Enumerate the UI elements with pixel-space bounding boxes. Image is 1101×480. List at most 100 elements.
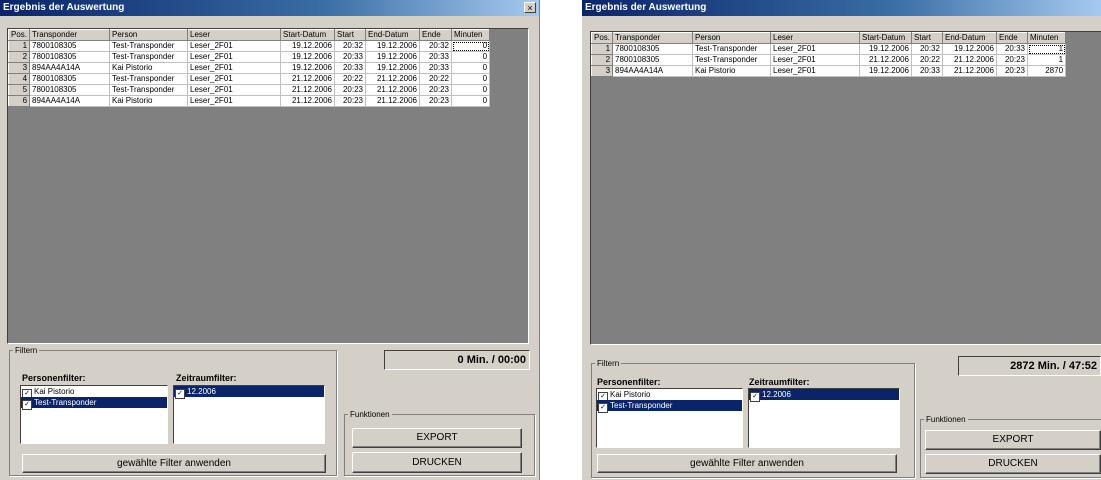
person-cell[interactable]: Test-Transponder [109,51,189,63]
column-header-leser[interactable]: Leser [770,32,861,44]
person-cell[interactable]: Kai Pistorio [109,62,189,74]
export-button[interactable]: EXPORT [352,428,522,448]
start-time-cell[interactable]: 20:33 [334,51,367,63]
checkbox-checked-icon[interactable]: ✓ [22,400,32,410]
transponder-cell[interactable]: 894AA4A14A [29,95,111,107]
start-date-cell[interactable]: 19.12.2006 [859,43,913,55]
minutes-cell[interactable]: 0 [451,51,491,63]
start-date-cell[interactable]: 19.12.2006 [280,40,336,52]
start-time-cell[interactable]: 20:32 [911,43,944,55]
transponder-cell[interactable]: 894AA4A14A [29,62,111,74]
period-filter-list[interactable]: ✓ 12.2006 [173,385,325,444]
export-button[interactable]: EXPORT [925,430,1101,450]
transponder-cell[interactable]: 7800108305 [29,51,111,63]
end-date-cell[interactable]: 19.12.2006 [365,62,421,74]
person-cell[interactable]: Test-Transponder [109,84,189,96]
column-header-end-date[interactable]: End-Datum [365,29,421,41]
end-date-cell[interactable]: 19.12.2006 [365,40,421,52]
start-time-cell[interactable]: 20:32 [334,40,367,52]
table-row[interactable]: 3 894AA4A14A Kai Pistorio Leser_2F01 19.… [590,65,1067,77]
person-cell[interactable]: Kai Pistorio [109,95,189,107]
checkbox-checked-icon[interactable]: ✓ [175,389,185,399]
minutes-cell[interactable]: 0 [451,40,491,52]
transponder-cell[interactable]: 7800108305 [29,73,111,85]
end-time-cell[interactable]: 20:33 [419,51,453,63]
minutes-cell[interactable]: 1 [1027,54,1067,66]
end-time-cell[interactable]: 20:23 [996,65,1029,77]
minutes-cell[interactable]: 0 [451,62,491,74]
end-time-cell[interactable]: 20:23 [419,95,453,107]
column-header-pos[interactable]: Pos. [590,32,614,44]
print-button[interactable]: DRUCKEN [352,452,522,473]
table-row[interactable]: 2 7800108305 Test-Transponder Leser_2F01… [7,51,491,63]
transponder-cell[interactable]: 7800108305 [29,40,111,52]
column-header-minutes[interactable]: Minuten [451,29,491,41]
table-row[interactable]: 5 7800108305 Test-Transponder Leser_2F01… [7,84,491,96]
apply-filters-button[interactable]: gewählte Filter anwenden [22,454,326,473]
table-row[interactable]: 6 894AA4A14A Kai Pistorio Leser_2F01 21.… [7,95,491,107]
column-header-minutes[interactable]: Minuten [1027,32,1067,44]
column-header-person[interactable]: Person [109,29,189,41]
end-time-cell[interactable]: 20:23 [996,54,1029,66]
column-header-transponder[interactable]: Transponder [612,32,694,44]
person-filter-list[interactable]: ✓ Kai Pistorio ✓ Test-Transponder [596,388,743,448]
close-button[interactable]: × [524,2,536,13]
column-header-leser[interactable]: Leser [187,29,282,41]
minutes-cell[interactable]: 1 [1027,43,1067,55]
period-filter-item[interactable]: ✓ 12.2006 [174,386,324,399]
reader-cell[interactable]: Leser_2F01 [187,62,282,74]
end-time-cell[interactable]: 20:33 [419,62,453,74]
transponder-cell[interactable]: 7800108305 [29,84,111,96]
column-header-end-date[interactable]: End-Datum [942,32,998,44]
minutes-cell[interactable]: 0 [451,73,491,85]
person-filter-list[interactable]: ✓ Kai Pistorio ✓ Test-Transponder [20,385,168,444]
minutes-cell[interactable]: 2870 [1027,65,1067,77]
person-cell[interactable]: Test-Transponder [109,73,189,85]
end-date-cell[interactable]: 19.12.2006 [942,43,998,55]
column-header-pos[interactable]: Pos. [7,29,31,41]
column-header-end[interactable]: Ende [996,32,1029,44]
person-filter-item-kai-pistorio[interactable]: ✓ Kai Pistorio [597,389,742,402]
results-grid[interactable]: Pos. Transponder Person Leser Start-Datu… [590,31,1101,345]
reader-cell[interactable]: Leser_2F01 [770,43,861,55]
person-cell[interactable]: Test-Transponder [692,43,772,55]
person-filter-item-test-transponder[interactable]: ✓ Test-Transponder [597,400,742,413]
results-grid[interactable]: Pos. Transponder Person Leser Start-Datu… [7,28,529,344]
column-header-start-date[interactable]: Start-Datum [280,29,336,41]
person-cell[interactable]: Kai Pistorio [692,65,772,77]
start-date-cell[interactable]: 19.12.2006 [859,65,913,77]
start-time-cell[interactable]: 20:33 [334,62,367,74]
column-header-person[interactable]: Person [692,32,772,44]
reader-cell[interactable]: Leser_2F01 [187,40,282,52]
start-time-cell[interactable]: 20:23 [334,95,367,107]
minutes-cell[interactable]: 0 [451,95,491,107]
checkbox-checked-icon[interactable]: ✓ [750,392,760,402]
start-date-cell[interactable]: 21.12.2006 [280,73,336,85]
table-row[interactable]: 1 7800108305 Test-Transponder Leser_2F01… [590,43,1067,55]
transponder-cell[interactable]: 894AA4A14A [612,65,694,77]
period-filter-item[interactable]: ✓ 12.2006 [749,389,899,402]
end-date-cell[interactable]: 21.12.2006 [365,84,421,96]
end-date-cell[interactable]: 21.12.2006 [942,65,998,77]
table-row[interactable]: 3 894AA4A14A Kai Pistorio Leser_2F01 19.… [7,62,491,74]
apply-filters-button[interactable]: gewählte Filter anwenden [597,454,897,473]
start-date-cell[interactable]: 21.12.2006 [280,95,336,107]
column-header-start[interactable]: Start [911,32,944,44]
end-date-cell[interactable]: 21.12.2006 [365,95,421,107]
end-date-cell[interactable]: 21.12.2006 [365,73,421,85]
reader-cell[interactable]: Leser_2F01 [770,65,861,77]
person-filter-item-test-transponder[interactable]: ✓ Test-Transponder [21,397,167,410]
reader-cell[interactable]: Leser_2F01 [187,95,282,107]
minutes-cell[interactable]: 0 [451,84,491,96]
reader-cell[interactable]: Leser_2F01 [770,54,861,66]
transponder-cell[interactable]: 7800108305 [612,43,694,55]
person-filter-item-kai-pistorio[interactable]: ✓ Kai Pistorio [21,386,167,399]
reader-cell[interactable]: Leser_2F01 [187,73,282,85]
column-header-start-date[interactable]: Start-Datum [859,32,913,44]
end-time-cell[interactable]: 20:22 [419,73,453,85]
transponder-cell[interactable]: 7800108305 [612,54,694,66]
end-date-cell[interactable]: 21.12.2006 [942,54,998,66]
period-filter-list[interactable]: ✓ 12.2006 [748,388,900,448]
reader-cell[interactable]: Leser_2F01 [187,51,282,63]
table-row[interactable]: 2 7800108305 Test-Transponder Leser_2F01… [590,54,1067,66]
